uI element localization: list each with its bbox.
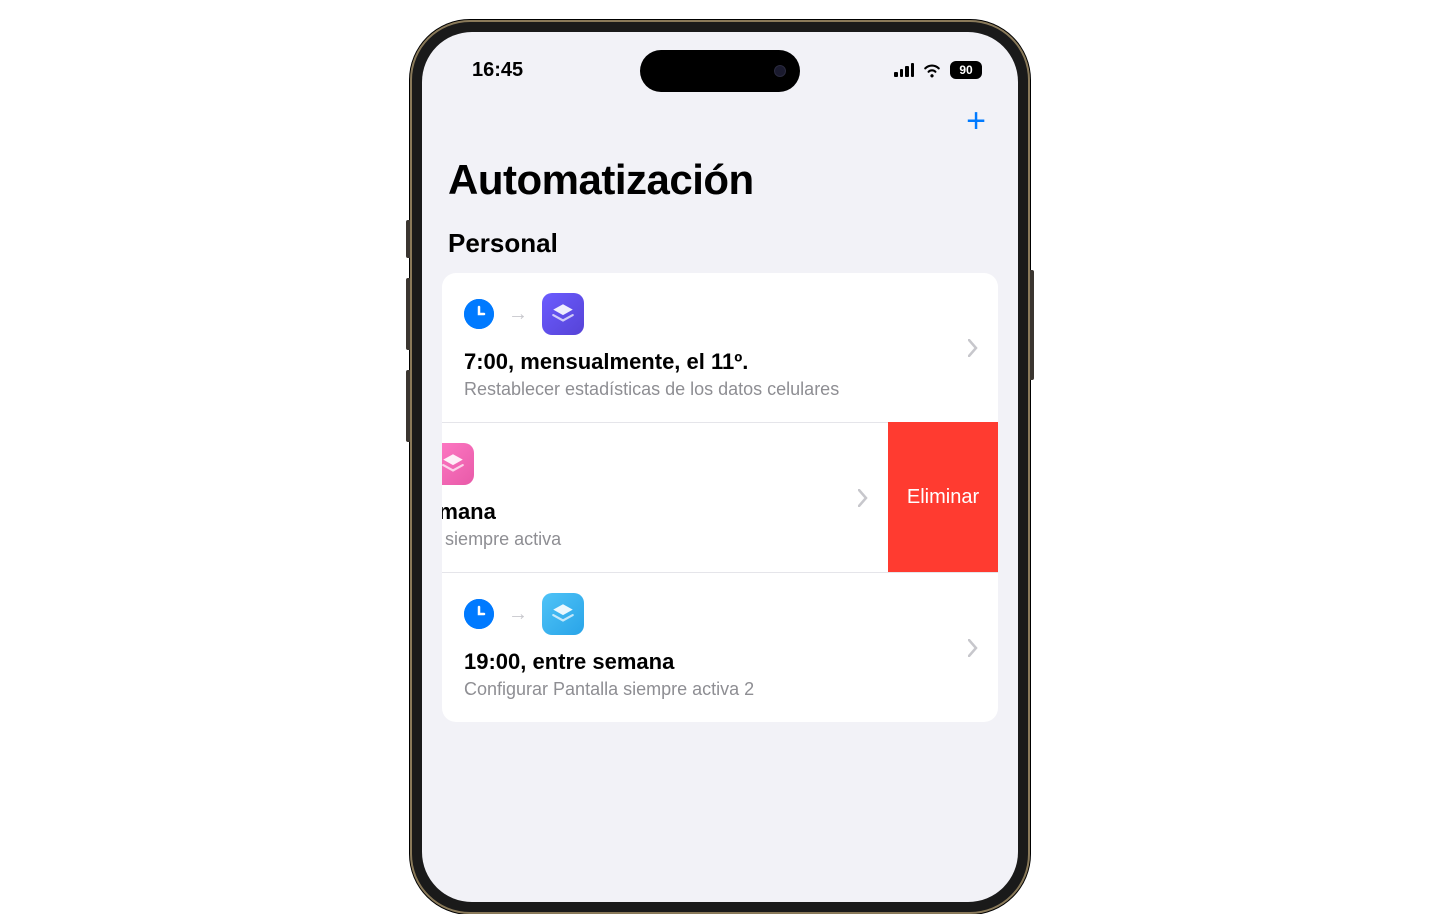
clock-icon [464, 299, 494, 329]
side-buttons-right [1030, 270, 1034, 380]
automation-list: → 7:00, mensualmente, el 11º. Restablece… [442, 273, 998, 722]
arrow-right-icon: → [508, 303, 528, 326]
wifi-icon [922, 62, 942, 78]
page-title: Automatización [422, 156, 1018, 228]
shortcuts-icon [442, 443, 474, 485]
chevron-right-icon [858, 489, 868, 507]
automation-subtitle: Configurar Pantalla siempre activa 2 [464, 679, 978, 700]
delete-button[interactable]: Eliminar [888, 422, 998, 572]
arrow-right-icon: → [508, 603, 528, 626]
battery-indicator: 90 [950, 61, 982, 79]
status-time: 16:45 [472, 59, 523, 82]
automation-title: 19:00, entre semana [464, 649, 978, 675]
phone-frame: 16:45 90 + Automatización Personal [410, 20, 1030, 914]
chevron-right-icon [968, 339, 978, 357]
automation-title: entre semana [442, 499, 868, 525]
automation-item[interactable]: → 7:00, mensualmente, el 11º. Restablece… [442, 273, 998, 422]
automation-icon-row: → [464, 293, 978, 335]
automation-subtitle: ar Pantalla siempre activa [442, 529, 868, 550]
shortcuts-icon [542, 593, 584, 635]
automation-icon-row: → [464, 593, 978, 635]
automation-subtitle: Restablecer estadísticas de los datos ce… [464, 379, 978, 400]
chevron-right-icon [968, 639, 978, 657]
power-button[interactable] [1030, 270, 1034, 380]
clock-icon [464, 599, 494, 629]
automation-icon-row: → [442, 443, 868, 485]
automation-item[interactable]: → entre semana ar Pantalla siempre activ… [442, 422, 998, 572]
section-header: Personal [422, 228, 1018, 273]
dynamic-island [640, 50, 800, 92]
automation-title: 7:00, mensualmente, el 11º. [464, 349, 978, 375]
camera-icon [774, 65, 786, 77]
shortcuts-icon [542, 293, 584, 335]
status-icons: 90 [894, 61, 982, 79]
side-buttons-left [406, 220, 410, 442]
volume-down-button[interactable] [406, 370, 410, 442]
cellular-signal-icon [894, 63, 914, 77]
nav-bar: + [422, 94, 1018, 156]
volume-up-button[interactable] [406, 278, 410, 350]
add-button[interactable]: + [966, 104, 986, 138]
automation-item[interactable]: → 19:00, entre semana Configurar Pantall… [442, 572, 998, 722]
mute-switch[interactable] [406, 220, 410, 258]
phone-screen: 16:45 90 + Automatización Personal [422, 32, 1018, 902]
